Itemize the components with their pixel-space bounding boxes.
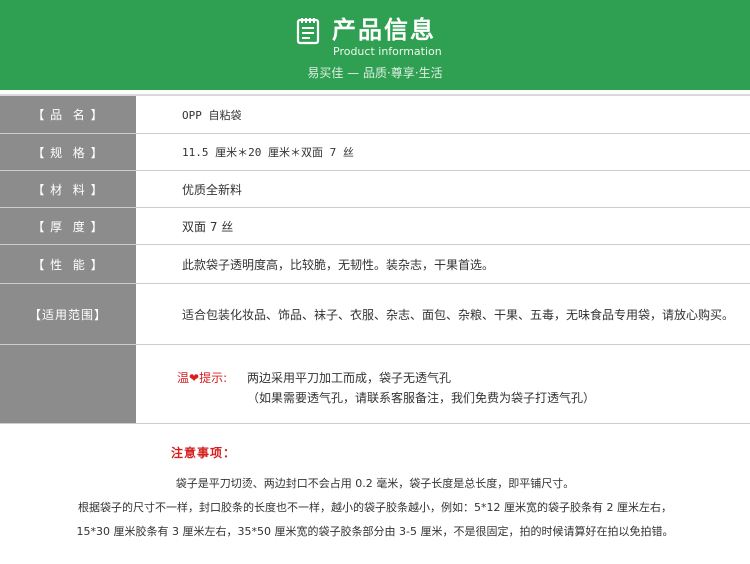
tips-line: （如果需要透气孔，请联系客服备注，我们免费为袋子打透气孔）	[247, 391, 596, 405]
header-banner: 产品信息 Product information 易买佳 — 品质·尊享·生活	[0, 0, 750, 90]
spec-row-name: 【 品 名 】 OPP 自粘袋	[0, 96, 750, 134]
notes-section: 注意事项： 袋子是平刀切烫、两边封口不会占用 0.2 毫米，袋子长度是总长度，即…	[0, 424, 750, 564]
spec-value: 11.5 厘米＊20 厘米＊双面 7 丝	[182, 146, 354, 159]
tips-prefix: 温❤提示:	[177, 371, 228, 385]
notes-title: 注意事项：	[171, 446, 237, 460]
spec-row-usage: 【适用范围】 适合包装化妆品、饰品、袜子、衣服、杂志、面包、杂粮、干果、五毒，无…	[0, 284, 750, 345]
spec-label: 【适用范围】	[0, 284, 136, 344]
brand-slogan: 易买佳 — 品质·尊享·生活	[307, 66, 443, 80]
spec-row-thickness: 【 厚 度 】 双面 7 丝	[0, 208, 750, 245]
spec-value: 优质全新料	[182, 182, 243, 197]
spec-label: 【 厚 度 】	[0, 208, 136, 244]
page-title: 产品信息	[332, 16, 436, 44]
heart-icon: ❤	[189, 371, 200, 385]
spec-label: 【 性 能 】	[0, 245, 136, 283]
tips-block: 温❤提示: 两边采用平刀加工而成，袋子无透气孔 （如果需要透气孔，请联系客服备注…	[177, 369, 595, 405]
spec-value: OPP 自粘袋	[182, 108, 242, 122]
spec-label-empty	[0, 345, 136, 423]
spec-label: 【 材 料 】	[0, 171, 136, 207]
spec-value: 此款袋子透明度高，比较脆，无韧性。装杂志，干果首选。	[182, 257, 495, 272]
spec-row-material: 【 材 料 】 优质全新料	[0, 171, 750, 208]
spec-row-performance: 【 性 能 】 此款袋子透明度高，比较脆，无韧性。装杂志，干果首选。	[0, 245, 750, 284]
note-line: 袋子是平刀切烫、两边封口不会占用 0.2 毫米，袋子长度是总长度，即平铺尺寸。	[175, 477, 575, 490]
document-icon	[296, 17, 322, 45]
spec-value: 适合包装化妆品、饰品、袜子、衣服、杂志、面包、杂粮、干果、五毒，无味食品专用袋，…	[182, 307, 735, 322]
spec-row-size: 【 规 格 】 11.5 厘米＊20 厘米＊双面 7 丝	[0, 134, 750, 171]
note-line: 根据袋子的尺寸不一样，封口胶条的长度也不一样，越小的袋子胶条越小，例如：5*12…	[78, 501, 672, 514]
spec-row-tips: 温❤提示: 两边采用平刀加工而成，袋子无透气孔 （如果需要透气孔，请联系客服备注…	[0, 345, 750, 424]
page-subtitle: Product information	[333, 45, 442, 58]
spec-label: 【 规 格 】	[0, 134, 136, 170]
tips-line: 两边采用平刀加工而成，袋子无透气孔	[247, 371, 452, 385]
spec-value: 双面 7 丝	[182, 219, 234, 234]
note-line: 15*30 厘米胶条有 3 厘米左右，35*50 厘米宽的袋子胶条部分由 3-5…	[76, 525, 674, 538]
spec-label: 【 品 名 】	[0, 96, 136, 133]
